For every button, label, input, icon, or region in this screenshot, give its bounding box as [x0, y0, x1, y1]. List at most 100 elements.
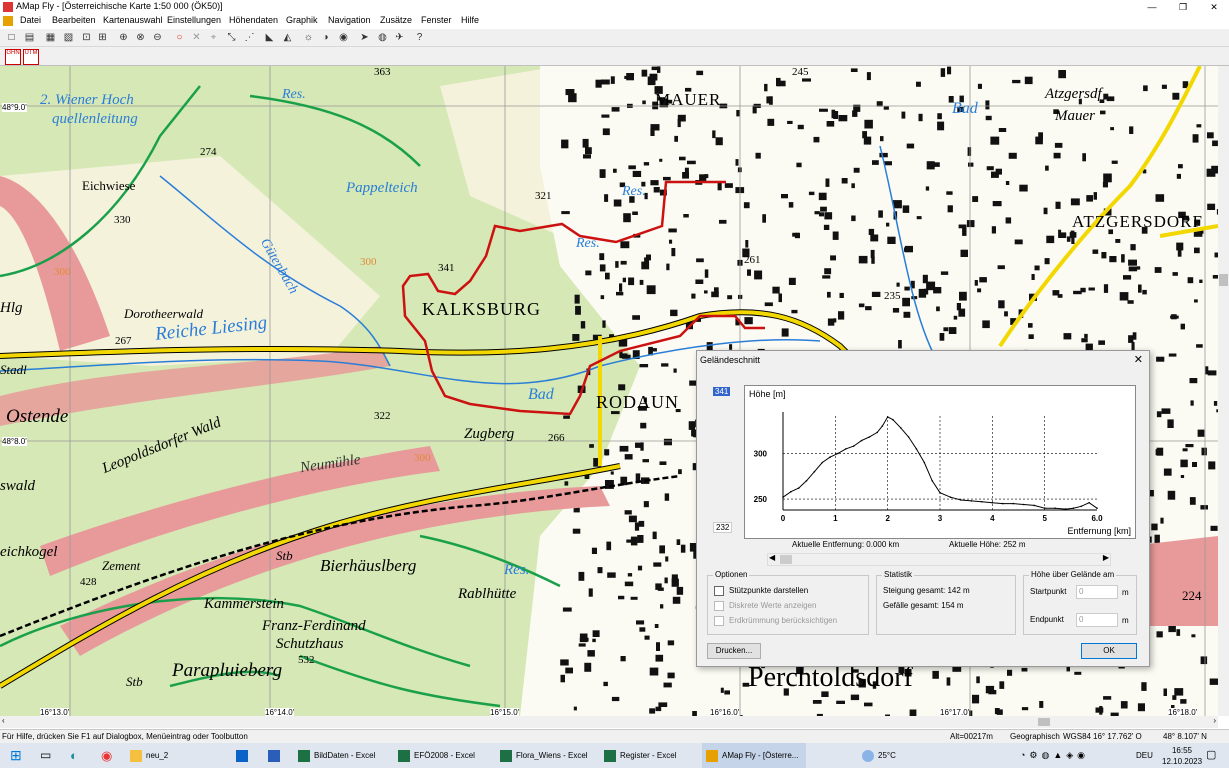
map-label-kalksburg: KALKSBURG: [422, 299, 542, 319]
minimize-button[interactable]: —: [1137, 0, 1167, 14]
scroll-thumb[interactable]: [780, 555, 792, 564]
zoom-area-icon[interactable]: ⊞: [96, 31, 109, 44]
map-building: [623, 213, 631, 223]
saturation-icon[interactable]: ◉: [337, 31, 350, 44]
dialog-close-icon[interactable]: ✕: [1134, 353, 1143, 366]
checkbox-stuetzpunkte[interactable]: Stützpunkte darstellen: [714, 586, 808, 596]
outlook-icon[interactable]: [236, 743, 252, 768]
new-file-icon[interactable]: □: [5, 31, 18, 44]
map-building: [990, 136, 1000, 145]
map-building: [819, 212, 824, 217]
map-horizontal-scrollbar[interactable]: ‹ ›: [0, 716, 1218, 728]
profile-icon[interactable]: ◣: [263, 31, 276, 44]
map-building: [872, 160, 879, 165]
close-button[interactable]: ✕: [1199, 0, 1229, 14]
map-building: [762, 214, 766, 223]
weather-widget[interactable]: 25°C: [862, 743, 896, 768]
utm-grid-button[interactable]: UTM: [23, 49, 39, 65]
map-building: [1131, 342, 1135, 351]
status-bar: Für Hilfe, drücken Sie F1 auf Dialogbox,…: [0, 729, 1229, 744]
current-height: Aktuelle Höhe: 252 m: [949, 540, 1026, 549]
menu-einstellungen[interactable]: Einstellungen: [167, 15, 221, 25]
measure-icon[interactable]: ⌖: [207, 31, 220, 44]
gps-icon[interactable]: ➤: [358, 31, 371, 44]
map-open-icon[interactable]: ▦: [44, 31, 57, 44]
task-flora-wiens-excel[interactable]: Flora_Wiens - Excel: [500, 743, 588, 768]
map-view[interactable]: 2. Wiener Hoch quellenleitung Res. 363 M…: [0, 66, 1218, 716]
menu-hoehendaten[interactable]: Höhendaten: [229, 15, 278, 25]
hscroll-thumb[interactable]: [1038, 718, 1050, 726]
circle-tool-icon[interactable]: ○: [173, 31, 186, 44]
route-tool-icon[interactable]: ⤡: [225, 31, 238, 44]
drucken-button[interactable]: Drucken...: [707, 643, 761, 659]
terrain-icon[interactable]: ◭: [281, 31, 294, 44]
map-layers-icon[interactable]: ▧: [62, 31, 75, 44]
map-building: [940, 68, 946, 77]
map-building: [788, 277, 796, 285]
ok-button[interactable]: OK: [1081, 643, 1137, 659]
document-icon[interactable]: [3, 16, 13, 26]
contrast-icon[interactable]: ◑: [319, 31, 332, 44]
checkbox-diskrete-werte[interactable]: Diskrete Werte anzeigen: [714, 601, 816, 611]
map-building: [628, 515, 637, 523]
clock[interactable]: 16:55 12.10.2023: [1162, 745, 1202, 767]
checkbox-erdkruemmung[interactable]: Erdkrümmung berücksichtigen: [714, 616, 837, 626]
waypoint-icon[interactable]: ⋰: [243, 31, 256, 44]
print-icon[interactable]: ▤: [23, 31, 36, 44]
map-building: [632, 315, 640, 320]
tray-icons[interactable]: ◔⚙◍▲◈◉: [1020, 743, 1089, 768]
ymax-field[interactable]: 341: [713, 387, 731, 396]
task-view-icon[interactable]: ▭: [40, 743, 51, 768]
menu-zusaetze[interactable]: Zusätze: [380, 15, 412, 25]
chrome-icon[interactable]: ◉: [101, 743, 112, 768]
ghn-grid-button[interactable]: GHN: [5, 49, 21, 65]
language-indicator[interactable]: DEU: [1136, 743, 1153, 768]
menu-navigation[interactable]: Navigation: [328, 15, 371, 25]
map-building: [864, 702, 873, 707]
task-register-excel[interactable]: Register - Excel: [604, 743, 676, 768]
zoom-fit-icon[interactable]: ⊡: [80, 31, 93, 44]
task-neu2[interactable]: neu_2: [130, 743, 168, 768]
task-bilddaten-excel[interactable]: BildDaten - Excel: [298, 743, 375, 768]
crosshair-icon[interactable]: ✕: [190, 31, 203, 44]
map-building: [1082, 153, 1086, 162]
task-efo2008-excel[interactable]: EFÖ2008 - Excel: [398, 743, 475, 768]
map-building: [619, 445, 629, 452]
menu-bearbeiten[interactable]: Bearbeiten: [52, 15, 96, 25]
windows-start-icon[interactable]: ⊞: [10, 743, 22, 768]
zoom-out-icon[interactable]: ⊖: [151, 31, 164, 44]
map-building: [974, 280, 978, 286]
map-building: [592, 638, 596, 643]
hscroll-right-icon[interactable]: ›: [1213, 716, 1216, 725]
profile-scrollbar[interactable]: ◀ ▶: [767, 553, 1111, 566]
zoom-in-icon[interactable]: ⊕: [117, 31, 130, 44]
menu-graphik[interactable]: Graphik: [286, 15, 318, 25]
map-building: [1021, 667, 1028, 672]
vscroll-thumb[interactable]: [1219, 274, 1228, 286]
map-building: [678, 469, 682, 475]
edge-icon[interactable]: ◐: [70, 743, 78, 768]
map-vertical-scrollbar[interactable]: [1218, 66, 1229, 716]
profile-chart[interactable]: 0 1 2 3 4 5 6.0 300 250: [745, 386, 1135, 538]
map-building: [818, 192, 827, 201]
scroll-left-icon[interactable]: ◀: [769, 553, 775, 562]
menu-fenster[interactable]: Fenster: [421, 15, 452, 25]
zoom-cancel-icon[interactable]: ⊗: [134, 31, 147, 44]
hscroll-left-icon[interactable]: ‹: [2, 716, 5, 725]
help-icon[interactable]: ?: [413, 31, 426, 44]
startpunkt-input[interactable]: 0: [1076, 585, 1118, 599]
fly-icon[interactable]: ✈: [393, 31, 406, 44]
word-icon[interactable]: [268, 743, 284, 768]
brightness-icon[interactable]: ☼: [302, 31, 315, 44]
scroll-right-icon[interactable]: ▶: [1103, 553, 1109, 562]
globe-icon[interactable]: ◍: [376, 31, 389, 44]
menu-datei[interactable]: Datei: [20, 15, 41, 25]
maximize-button[interactable]: ❐: [1168, 0, 1198, 14]
menu-kartenauswahl[interactable]: Kartenauswahl: [103, 15, 163, 25]
ymin-field[interactable]: 232: [713, 522, 733, 533]
notification-icon[interactable]: ▢: [1206, 743, 1216, 768]
menu-hilfe[interactable]: Hilfe: [461, 15, 479, 25]
endpunkt-input[interactable]: 0: [1076, 613, 1118, 627]
task-amap-fly[interactable]: AMap Fly - [Österre...: [702, 743, 806, 768]
map-building: [585, 147, 592, 155]
